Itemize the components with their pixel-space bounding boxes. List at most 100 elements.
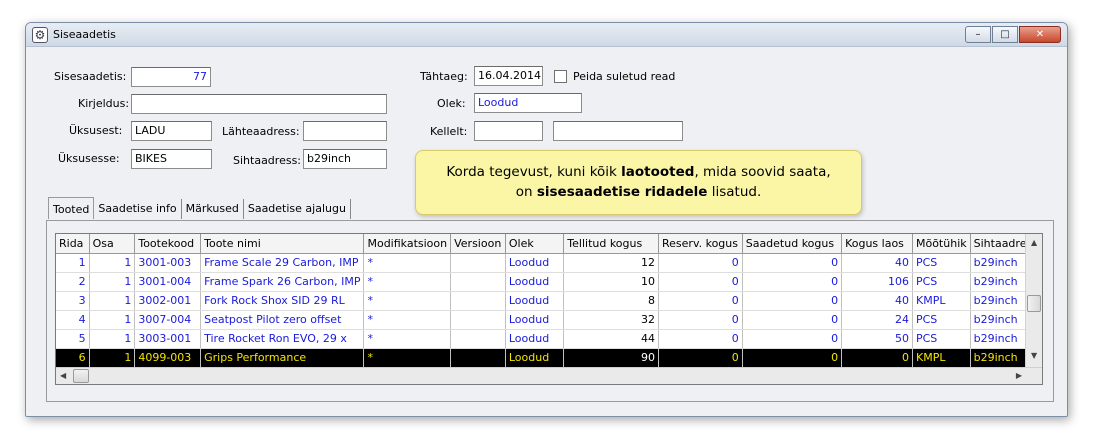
table-row[interactable]: 1 1 3001-003 Frame Scale 29 Carbon, IMP * Loo… bbox=[56, 253, 1042, 273]
table-cell[interactable]: PCS bbox=[912, 310, 971, 330]
column-header[interactable]: Mõõtühik bbox=[912, 234, 971, 254]
table-cell[interactable]: Loodud bbox=[505, 253, 565, 273]
tahtaeg-field[interactable]: 16.04.2014 bbox=[474, 66, 543, 86]
table-cell[interactable] bbox=[450, 310, 506, 330]
table-cell[interactable]: 3003-001 bbox=[134, 329, 202, 349]
table-cell[interactable]: * bbox=[363, 310, 452, 330]
uksusest-field[interactable]: LADU bbox=[131, 121, 212, 141]
app-icon[interactable]: ⚙ bbox=[32, 27, 48, 43]
table-cell[interactable]: 2 bbox=[56, 272, 90, 292]
column-header[interactable]: Kogus laos bbox=[841, 234, 913, 254]
table-cell[interactable]: 3002-001 bbox=[134, 291, 202, 311]
table-cell[interactable]: 1 bbox=[89, 329, 136, 349]
table-cell[interactable]: 0 bbox=[742, 310, 843, 330]
table-cell[interactable]: 44 bbox=[563, 329, 660, 349]
table-cell[interactable]: 3 bbox=[56, 291, 90, 311]
table-cell[interactable]: 0 bbox=[658, 272, 743, 292]
table-cell[interactable]: Seatpost Pilot zero offset bbox=[200, 310, 365, 330]
table-cell[interactable]: Fork Rock Shox SID 29 RL bbox=[200, 291, 365, 311]
table-cell[interactable]: 8 bbox=[563, 291, 660, 311]
table-cell[interactable]: * bbox=[363, 348, 452, 368]
peida-checkbox[interactable] bbox=[554, 70, 567, 83]
table-cell[interactable]: Loodud bbox=[505, 329, 565, 349]
table-cell[interactable]: 5 bbox=[56, 329, 90, 349]
table-cell[interactable] bbox=[450, 291, 506, 311]
table-cell[interactable]: Loodud bbox=[505, 310, 565, 330]
table-cell[interactable]: 106 bbox=[841, 272, 913, 292]
table-cell[interactable]: * bbox=[363, 291, 452, 311]
scroll-down-icon[interactable]: ▼ bbox=[1031, 351, 1037, 360]
kellelt-name-field[interactable] bbox=[553, 121, 683, 141]
table-cell[interactable]: 0 bbox=[841, 348, 913, 368]
table-cell[interactable]: * bbox=[363, 329, 452, 349]
tab-saadetise-ajalugu[interactable]: Saadetise ajalugu bbox=[244, 199, 351, 219]
column-header[interactable]: Tellitud kogus bbox=[563, 234, 660, 254]
table-cell[interactable]: 32 bbox=[563, 310, 660, 330]
column-header[interactable]: Toote nimi bbox=[200, 234, 365, 254]
table-cell[interactable]: PCS bbox=[912, 253, 971, 273]
table-cell[interactable]: 40 bbox=[841, 253, 913, 273]
table-cell[interactable]: 0 bbox=[742, 329, 843, 349]
table-row[interactable]: 3 1 3002-001 Fork Rock Shox SID 29 RL * Loodu… bbox=[56, 291, 1042, 311]
table-cell[interactable]: 1 bbox=[56, 253, 90, 273]
table-cell[interactable]: 90 bbox=[563, 348, 660, 368]
table-row[interactable]: 4 1 3007-004 Seatpost Pilot zero offset * Loo… bbox=[56, 310, 1042, 330]
uksusesse-field[interactable]: BIKES bbox=[131, 149, 212, 169]
table-cell[interactable]: 1 bbox=[89, 272, 136, 292]
table-row[interactable]: 2 1 3001-004 Frame Spark 26 Carbon, IMP * Loo… bbox=[56, 272, 1042, 292]
column-header[interactable]: Olek bbox=[505, 234, 565, 254]
table-cell[interactable]: 1 bbox=[89, 348, 136, 368]
table-cell[interactable] bbox=[450, 272, 506, 292]
table-cell[interactable]: 50 bbox=[841, 329, 913, 349]
table-cell[interactable]: KMPL bbox=[912, 348, 971, 368]
table-cell[interactable]: 40 bbox=[841, 291, 913, 311]
column-header[interactable]: Modifikatsioon bbox=[363, 234, 452, 254]
table-cell[interactable]: 0 bbox=[658, 310, 743, 330]
table-cell[interactable] bbox=[450, 329, 506, 349]
lahteaadress-field[interactable] bbox=[303, 121, 387, 141]
table-cell[interactable]: PCS bbox=[912, 329, 971, 349]
table-cell[interactable]: Frame Spark 26 Carbon, IMP bbox=[200, 272, 365, 292]
column-header[interactable]: Tootekood bbox=[134, 234, 202, 254]
scroll-left-icon[interactable]: ◀ bbox=[60, 371, 66, 380]
table-row[interactable]: 6 1 4099-003 Grips Performance * Loodud 90 0 0 0 K… bbox=[56, 348, 1042, 368]
table-cell[interactable]: 0 bbox=[658, 329, 743, 349]
table-cell[interactable]: KMPL bbox=[912, 291, 971, 311]
title-bar[interactable]: ⚙ Siseaadetis – □ ✕ bbox=[26, 23, 1067, 47]
vertical-scrollbar[interactable]: ▲ ▼ bbox=[1025, 234, 1042, 367]
table-cell[interactable]: 4099-003 bbox=[134, 348, 202, 368]
scroll-right-icon[interactable]: ▶ bbox=[1016, 371, 1022, 380]
table-cell[interactable]: 1 bbox=[89, 310, 136, 330]
table-cell[interactable]: 3001-003 bbox=[134, 253, 202, 273]
table-cell[interactable]: Grips Performance bbox=[200, 348, 365, 368]
column-header[interactable]: Reserv. kogus bbox=[658, 234, 743, 254]
minimize-button[interactable]: – bbox=[965, 26, 991, 43]
table-cell[interactable]: Frame Scale 29 Carbon, IMP bbox=[200, 253, 365, 273]
table-cell[interactable] bbox=[450, 253, 506, 273]
close-button[interactable]: ✕ bbox=[1019, 26, 1061, 43]
scroll-up-icon[interactable]: ▲ bbox=[1031, 238, 1037, 247]
table-cell[interactable]: 0 bbox=[658, 253, 743, 273]
table-row[interactable]: 5 1 3003-001 Tire Rocket Ron EVO, 29 x * Lood… bbox=[56, 329, 1042, 349]
table-cell[interactable]: 1 bbox=[89, 291, 136, 311]
horizontal-scrollbar[interactable]: ◀ ▶ bbox=[56, 367, 1042, 384]
products-grid[interactable]: Rida Osa Tootekood Toote nimi Modifikatsioon… bbox=[55, 233, 1043, 385]
kellelt-field[interactable] bbox=[474, 121, 543, 141]
column-header[interactable]: Osa bbox=[89, 234, 136, 254]
table-cell[interactable] bbox=[450, 348, 506, 368]
table-cell[interactable]: 0 bbox=[742, 253, 843, 273]
table-cell[interactable]: 6 bbox=[56, 348, 90, 368]
vertical-scroll-thumb[interactable] bbox=[1027, 295, 1041, 312]
table-cell[interactable]: 12 bbox=[563, 253, 660, 273]
table-cell[interactable]: 3001-004 bbox=[134, 272, 202, 292]
table-cell[interactable]: Loodud bbox=[505, 348, 565, 368]
table-cell[interactable]: 24 bbox=[841, 310, 913, 330]
table-cell[interactable]: 0 bbox=[658, 348, 743, 368]
column-header[interactable]: Saadetud kogus bbox=[742, 234, 843, 254]
table-cell[interactable]: 0 bbox=[742, 348, 843, 368]
table-cell[interactable]: * bbox=[363, 253, 452, 273]
maximize-button[interactable]: □ bbox=[992, 26, 1018, 43]
table-cell[interactable]: 4 bbox=[56, 310, 90, 330]
column-header[interactable]: Versioon bbox=[450, 234, 506, 254]
tab-saadetise-info[interactable]: Saadetise info bbox=[94, 199, 182, 219]
